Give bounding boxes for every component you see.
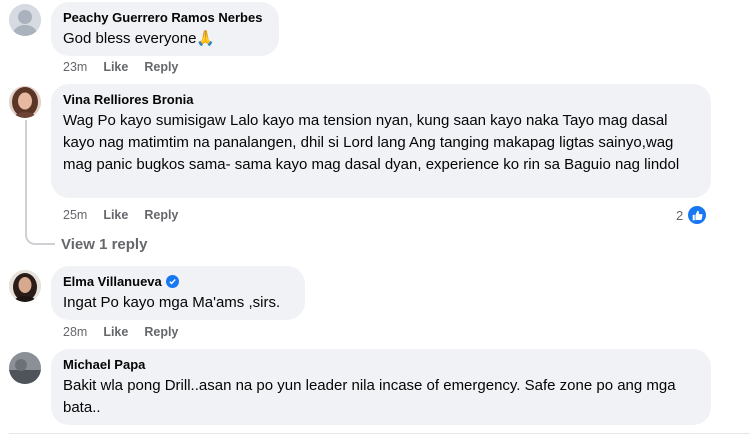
reply-link[interactable]: Reply (144, 207, 178, 223)
view-replies-link[interactable]: View 1 reply (61, 236, 147, 253)
comment-actions: 23m Like Reply (63, 59, 178, 75)
comment-timestamp[interactable]: 28m (63, 324, 87, 340)
avatar-image (9, 86, 41, 118)
comment-2: Vina Relliores Bronia Wag Po kayo sumisi… (0, 80, 750, 260)
comment-author-name[interactable]: Elma Villanueva (63, 273, 162, 290)
comment-author: Elma Villanueva (63, 273, 293, 290)
like-link[interactable]: Like (103, 207, 128, 223)
comment-text: Ingat Po kayo mga Ma'ams ,sirs. (63, 294, 281, 311)
comment-bubble: Peachy Guerrero Ramos Nerbes God bless e… (51, 2, 279, 56)
reaction-summary[interactable]: 2 (676, 204, 709, 226)
clipped-actions-edge (9, 433, 750, 434)
comment-author[interactable]: Peachy Guerrero Ramos Nerbes (63, 9, 267, 26)
comment-actions: 25m Like Reply (63, 207, 178, 223)
comment-timestamp[interactable]: 25m (63, 207, 87, 223)
avatar[interactable] (9, 352, 41, 384)
comment-4: Michael Papa Bakit wla pong Drill..asan … (0, 346, 750, 440)
comment-author[interactable]: Vina Relliores Bronia (63, 91, 699, 108)
avatar[interactable] (9, 86, 41, 118)
comment-timestamp[interactable]: 23m (63, 59, 87, 75)
like-link[interactable]: Like (103, 59, 128, 75)
like-link[interactable]: Like (103, 324, 128, 340)
comment-text: Bakit wla pong Drill..asan na po yun lea… (63, 377, 676, 416)
comment-3: Elma Villanueva Ingat Po kayo mga Ma'ams… (0, 260, 750, 346)
comment-bubble: Elma Villanueva Ingat Po kayo mga Ma'ams… (51, 266, 305, 320)
comment-text: God bless everyone🙏 (63, 30, 216, 47)
thumbs-up-icon (686, 204, 709, 226)
verified-badge-icon (165, 275, 179, 288)
avatar[interactable] (9, 4, 41, 36)
avatar-image (9, 352, 41, 384)
comment-1: Peachy Guerrero Ramos Nerbes God bless e… (0, 0, 750, 80)
avatar-image (9, 270, 41, 302)
comment-bubble: Vina Relliores Bronia Wag Po kayo sumisi… (51, 84, 711, 198)
reply-link[interactable]: Reply (144, 59, 178, 75)
comment-bubble: Michael Papa Bakit wla pong Drill..asan … (51, 349, 711, 425)
reply-link[interactable]: Reply (144, 324, 178, 340)
reaction-count: 2 (676, 207, 684, 223)
avatar[interactable] (9, 270, 41, 302)
comment-text: Wag Po kayo sumisigaw Lalo kayo ma tensi… (63, 112, 680, 173)
avatar-image (9, 4, 41, 36)
comment-actions: 28m Like Reply (63, 324, 178, 340)
comment-author[interactable]: Michael Papa (63, 356, 699, 373)
